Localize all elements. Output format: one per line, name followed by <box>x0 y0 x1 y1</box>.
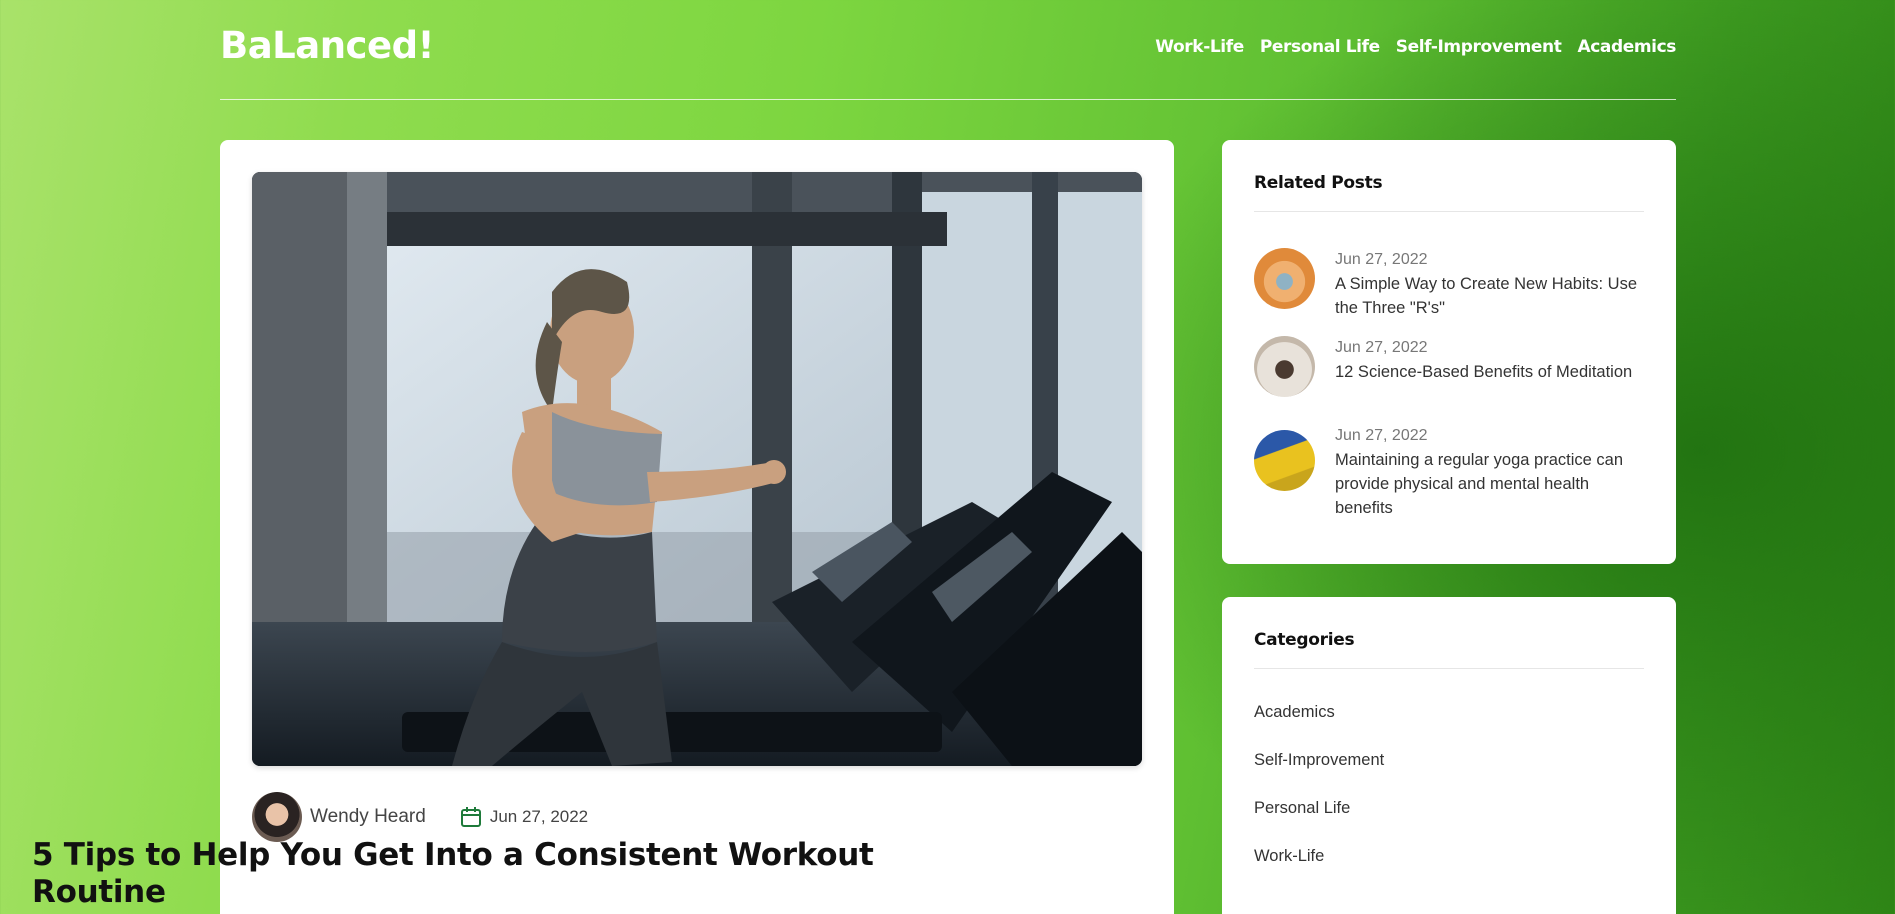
nav-item-self-improvement[interactable]: Self-Improvement <box>1396 37 1562 57</box>
article-title[interactable]: 5 Tips to Help You Get Into a Consistent… <box>32 837 922 911</box>
related-posts-card: Related Posts Jun 27, 2022 A Simple Way … <box>1222 140 1676 564</box>
site-logo[interactable]: BaLanced! <box>220 24 434 67</box>
related-post-date: Jun 27, 2022 <box>1335 427 1428 444</box>
nav-item-personal-life[interactable]: Personal Life <box>1260 37 1380 57</box>
category-link-academics[interactable]: Academics <box>1254 700 1384 748</box>
related-posts-heading: Related Posts <box>1254 173 1383 193</box>
category-link-work-life[interactable]: Work-Life <box>1254 844 1384 892</box>
calendar-icon <box>460 807 481 827</box>
related-post-item[interactable]: Jun 27, 2022 A Simple Way to Create New … <box>1254 248 1644 320</box>
related-post-link[interactable]: A Simple Way to Create New Habits: Use t… <box>1335 272 1644 320</box>
nav-item-academics[interactable]: Academics <box>1577 37 1676 57</box>
main-nav: Work-Life Personal Life Self-Improvement… <box>1155 37 1676 57</box>
article-hero-image[interactable] <box>252 172 1142 766</box>
category-link-personal-life[interactable]: Personal Life <box>1254 796 1384 844</box>
related-post-link[interactable]: Maintaining a regular yoga practice can … <box>1335 448 1644 520</box>
author-name[interactable]: Wendy Heard <box>310 806 426 828</box>
related-post-item[interactable]: Jun 27, 2022 12 Science-Based Benefits o… <box>1254 336 1644 397</box>
categories-card: Categories Academics Self-Improvement Pe… <box>1222 597 1676 914</box>
categories-heading: Categories <box>1254 630 1355 650</box>
post-date: Jun 27, 2022 <box>489 807 589 826</box>
related-post-thumbnail[interactable] <box>1254 336 1315 397</box>
related-post-link[interactable]: 12 Science-Based Benefits of Meditation <box>1335 360 1644 384</box>
category-link-self-improvement[interactable]: Self-Improvement <box>1254 748 1384 796</box>
author-avatar[interactable] <box>252 792 302 842</box>
category-list: Academics Self-Improvement Personal Life… <box>1254 700 1384 892</box>
related-post-item[interactable]: Jun 27, 2022 Maintaining a regular yoga … <box>1254 424 1644 520</box>
site-header: BaLanced! Work-Life Personal Life Self-I… <box>220 0 1676 100</box>
related-post-date: Jun 27, 2022 <box>1335 339 1428 356</box>
nav-item-work-life[interactable]: Work-Life <box>1155 37 1244 57</box>
divider <box>1254 668 1644 669</box>
divider <box>1254 211 1644 212</box>
related-post-date: Jun 27, 2022 <box>1335 251 1428 268</box>
treadmill-photo <box>252 172 1142 766</box>
article-meta: Wendy Heard Jun 27, 2022 <box>252 792 588 842</box>
related-post-thumbnail[interactable] <box>1254 430 1315 491</box>
related-post-thumbnail[interactable] <box>1254 248 1315 309</box>
article-card: Wendy Heard Jun 27, 2022 <box>220 140 1174 914</box>
